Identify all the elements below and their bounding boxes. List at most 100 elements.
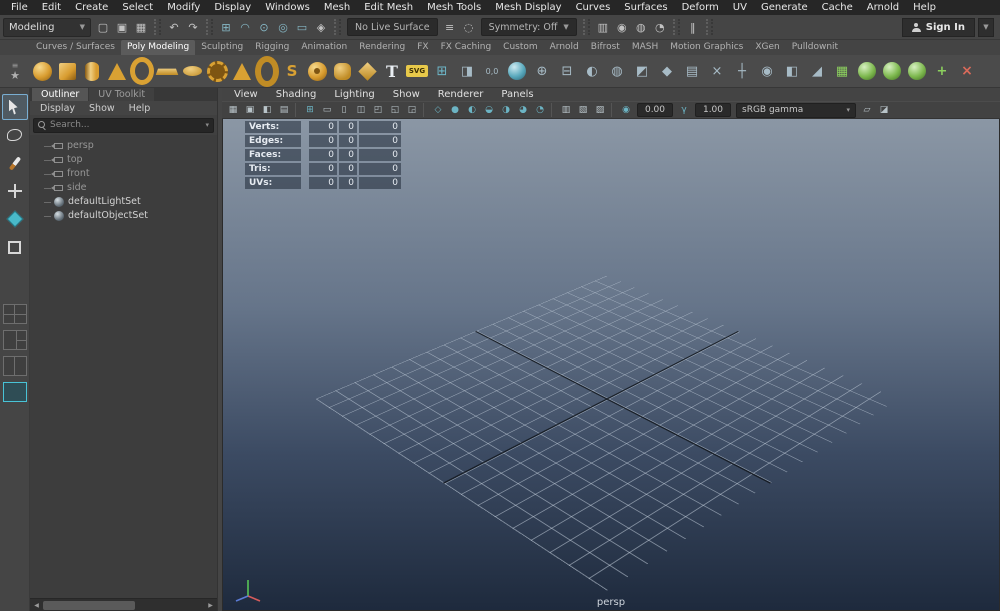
poly-sphere-icon[interactable] <box>30 57 54 85</box>
shelf-tab-fx-caching[interactable]: FX Caching <box>435 40 498 55</box>
shelf-tab-xgen[interactable]: XGen <box>749 40 785 55</box>
panel-menu-item[interactable]: Renderer <box>430 88 492 101</box>
snap-to-grid-icon[interactable]: ⊞ <box>217 18 235 36</box>
field-chart-icon[interactable]: ◰ <box>370 103 386 118</box>
make-live-icon[interactable]: ◈ <box>312 18 330 36</box>
layout-single-pane-button[interactable] <box>3 382 27 402</box>
smooth-icon[interactable]: ◍ <box>605 57 629 85</box>
shelf-tab-curves-surfaces[interactable]: Curves / Surfaces <box>30 40 121 55</box>
shelf-tab-motion-graphics[interactable]: Motion Graphics <box>664 40 749 55</box>
outliner-search-input[interactable]: Search... ▾ <box>33 118 214 133</box>
wireframe-on-shaded-icon[interactable]: ▨ <box>592 103 608 118</box>
shelf-tab-rendering[interactable]: Rendering <box>353 40 411 55</box>
menu-item[interactable]: Curves <box>569 0 618 15</box>
shelf-tab-bifrost[interactable]: Bifrost <box>585 40 626 55</box>
crease-icon[interactable]: ◢ <box>805 57 829 85</box>
film-gate-icon[interactable]: ▭ <box>319 103 335 118</box>
poly-pyramid-icon[interactable] <box>230 57 254 85</box>
safe-title-icon[interactable]: ◲ <box>404 103 420 118</box>
poly-cone-icon[interactable] <box>105 57 129 85</box>
occlusion-icon[interactable]: ◔ <box>532 103 548 118</box>
grip[interactable] <box>154 19 161 35</box>
viewport-canvas[interactable]: Verts: 0 0 0 Edges: 0 0 0 Faces: 0 0 0 T… <box>222 119 1000 611</box>
poly-super-ellipse-icon[interactable] <box>330 57 354 85</box>
mirror-icon[interactable]: ◧ <box>780 57 804 85</box>
poly-type-icon[interactable]: T <box>380 57 404 85</box>
panel-menu-item[interactable]: Show <box>385 88 428 101</box>
shelf-editor-icon[interactable]: ★ <box>10 71 20 81</box>
shelf-tab-mash[interactable]: MASH <box>626 40 664 55</box>
menu-item[interactable]: Mesh <box>317 0 357 15</box>
render-current-frame-icon[interactable]: ◉ <box>613 18 631 36</box>
lasso-select-tool[interactable] <box>2 122 28 148</box>
boolean-icon[interactable]: ◐ <box>580 57 604 85</box>
new-scene-icon[interactable]: ▢ <box>94 18 112 36</box>
shelf-tab-pulldownit[interactable]: Pulldownit <box>786 40 844 55</box>
target-weld-icon[interactable]: ◉ <box>755 57 779 85</box>
menu-set-dropdown[interactable]: Modeling ▼ <box>3 18 91 37</box>
move-tool[interactable] <box>2 178 28 204</box>
outliner-item[interactable]: top <box>30 153 217 167</box>
sign-in-dropdown[interactable]: ▼ <box>978 18 994 37</box>
delete-history-icon[interactable]: × <box>955 57 979 85</box>
lock-camera-icon[interactable]: ▣ <box>242 103 258 118</box>
menu-item[interactable]: UV <box>726 0 754 15</box>
sculpt-brush-icon[interactable] <box>855 57 879 85</box>
snap-to-view-plane-icon[interactable]: ▭ <box>293 18 311 36</box>
sep[interactable] <box>423 103 427 117</box>
sep[interactable] <box>551 103 555 117</box>
snap-to-projected-center-icon[interactable]: ◎ <box>274 18 292 36</box>
sep[interactable] <box>295 103 299 117</box>
panel-menu-item[interactable]: Lighting <box>326 88 382 101</box>
poly-gear-icon[interactable] <box>205 57 229 85</box>
tab-outliner[interactable]: Outliner <box>32 88 88 101</box>
svg-create-icon[interactable]: SVG <box>405 57 429 85</box>
scroll-right-icon[interactable]: ▶ <box>204 599 217 611</box>
search-filter-arrow-icon[interactable]: ▾ <box>205 122 209 129</box>
shelf-tab-arnold[interactable]: Arnold <box>544 40 585 55</box>
menu-item[interactable]: Cache <box>815 0 860 15</box>
rotate-tool[interactable] <box>2 206 28 232</box>
redo-icon[interactable]: ↷ <box>184 18 202 36</box>
paint-select-tool[interactable] <box>2 150 28 176</box>
outliner-item[interactable]: side <box>30 181 217 195</box>
shelf-tab-fx[interactable]: FX <box>411 40 434 55</box>
poly-platonic-solid-icon[interactable] <box>355 57 379 85</box>
menu-item[interactable]: Create <box>68 0 115 15</box>
grip[interactable] <box>673 19 680 35</box>
menu-item[interactable]: Display <box>207 0 258 15</box>
menu-item[interactable]: Help <box>906 0 943 15</box>
menu-item[interactable]: File <box>4 0 35 15</box>
extrude-icon[interactable]: ◩ <box>630 57 654 85</box>
relax-brush-icon[interactable] <box>905 57 929 85</box>
smooth-mesh-preview-icon[interactable] <box>505 57 529 85</box>
outliner-horizontal-scrollbar[interactable]: ◀ ▶ <box>30 598 217 611</box>
exposure-icon[interactable]: ◉ <box>618 103 634 118</box>
select-tool[interactable] <box>2 94 28 120</box>
gate-mask-icon[interactable]: ◫ <box>353 103 369 118</box>
tab-uv-toolkit[interactable]: UV Toolkit <box>89 88 154 101</box>
image-plane-icon[interactable]: ◨ <box>455 57 479 85</box>
construction-plane-icon[interactable]: ⊞ <box>430 57 454 85</box>
construction-history-icon[interactable]: ≡ <box>441 18 459 36</box>
panel-menu-item[interactable]: Shading <box>268 88 325 101</box>
menu-item[interactable]: Surfaces <box>617 0 674 15</box>
pause-viewport-icon[interactable]: ‖ <box>684 18 702 36</box>
panel-menu-item[interactable]: View <box>226 88 266 101</box>
grid-toggle-icon[interactable]: ⊞ <box>302 103 318 118</box>
outliner-item[interactable]: front <box>30 167 217 181</box>
scale-tool[interactable] <box>2 234 28 260</box>
live-surface-field[interactable]: No Live Surface <box>347 18 438 36</box>
combine-icon[interactable]: ⊕ <box>530 57 554 85</box>
bridge-icon[interactable]: ▤ <box>680 57 704 85</box>
save-scene-icon[interactable]: ▦ <box>132 18 150 36</box>
camera-attributes-icon[interactable]: ◧ <box>259 103 275 118</box>
shelf-tab-animation[interactable]: Animation <box>295 40 353 55</box>
menu-item[interactable]: Deform <box>675 0 726 15</box>
shelf-tab-custom[interactable]: Custom <box>497 40 543 55</box>
poly-torus-icon[interactable] <box>130 57 154 85</box>
use-default-material-icon[interactable]: ◒ <box>481 103 497 118</box>
separate-icon[interactable]: ⊟ <box>555 57 579 85</box>
gamma-icon[interactable]: γ <box>676 103 692 118</box>
render-settings-icon[interactable]: ◔ <box>651 18 669 36</box>
